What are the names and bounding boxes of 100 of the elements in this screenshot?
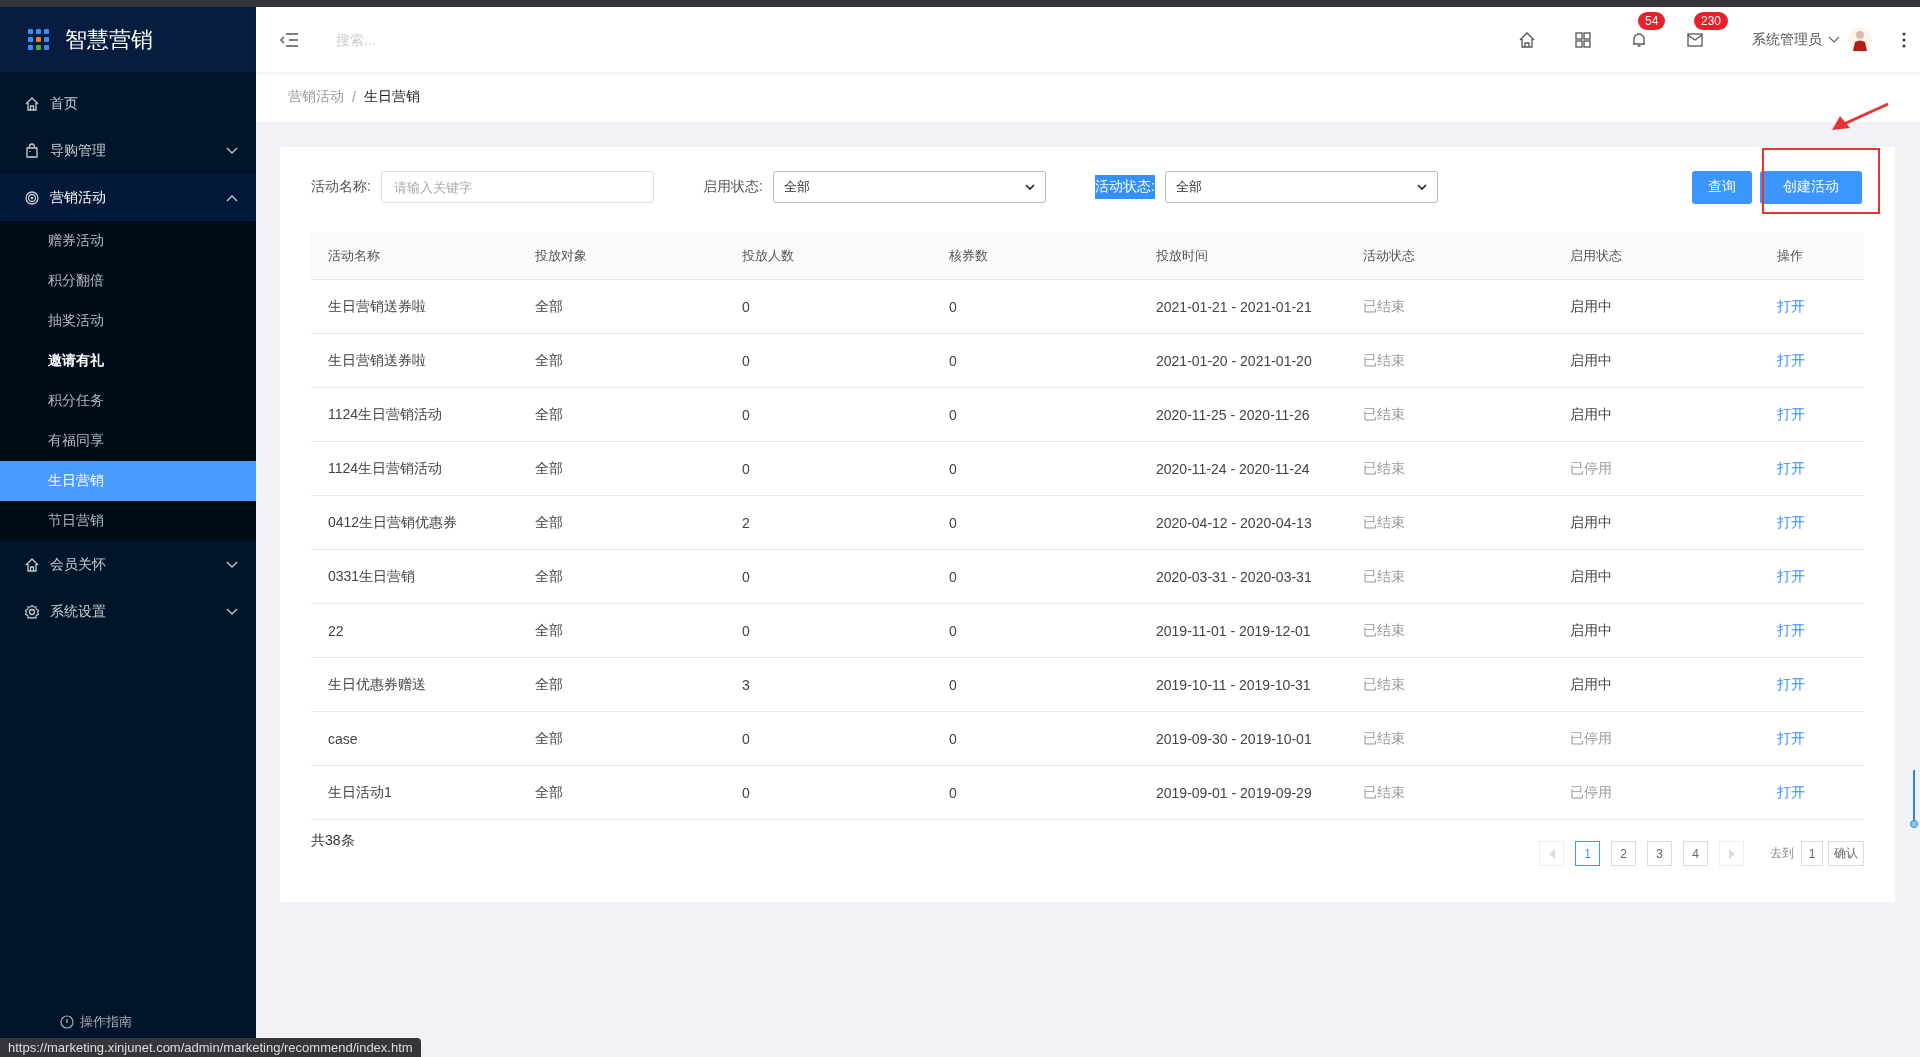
menu-item[interactable]: 会员关怀 [0, 541, 256, 588]
chevron-icon [1828, 35, 1840, 44]
table-cell-text: 已停用 [1569, 459, 1613, 478]
page-button[interactable]: 2 [1611, 841, 1636, 866]
table-cell-text: 2021-01-21 - 2021-01-21 [1155, 298, 1313, 315]
submenu-item[interactable]: 抽奖活动 [0, 301, 256, 341]
column-header: 核券数 [948, 246, 989, 265]
user-name: 系统管理员 [1752, 30, 1822, 49]
guide-link[interactable]: 操作指南 [80, 1013, 132, 1031]
table-cell-text: 全部 [534, 513, 564, 532]
table-cell-text: 已停用 [1569, 783, 1613, 802]
table-cell-text: 0 [741, 298, 751, 315]
mail-icon[interactable] [1686, 30, 1704, 49]
table-cell-text: 2019-10-11 - 2019-10-31 [1155, 676, 1312, 693]
table-cell-text: 全部 [534, 297, 564, 316]
filter-label: 启用状态: [702, 177, 763, 196]
table-cell-text: 全部 [534, 567, 564, 586]
table-cell-text: 启用中 [1569, 351, 1613, 370]
table-cell-text: 启用中 [1569, 621, 1613, 640]
table-cell-text: 2020-04-12 - 2020-04-13 [1155, 514, 1313, 531]
open-link[interactable]: 打开 [1760, 459, 1864, 478]
goto-label: 去到 [1770, 845, 1794, 862]
table-cell-text: 2021-01-20 - 2021-01-20 [1155, 352, 1313, 369]
house-icon [24, 95, 40, 112]
table-cell-text: 已结束 [1362, 297, 1406, 316]
table-cell-text: 2019-11-01 - 2019-12-01 [1155, 622, 1312, 639]
menu-item[interactable]: 系统设置 [0, 588, 256, 635]
table-cell-text: 2019-09-01 - 2019-09-29 [1155, 784, 1313, 801]
column-header: 活动名称 [327, 246, 381, 265]
table-cell-text: 启用中 [1569, 567, 1613, 586]
page-number-field[interactable]: 1 [1801, 841, 1823, 866]
user-menu[interactable]: 系统管理员 [1752, 30, 1840, 49]
submenu-item[interactable]: 积分任务 [0, 381, 256, 421]
submenu-item[interactable]: 积分翻倍 [0, 261, 256, 301]
confirm-button[interactable]: 确认 [1828, 841, 1864, 866]
table-cell-text: 0 [741, 784, 751, 801]
open-link[interactable]: 打开 [1760, 783, 1864, 802]
open-link[interactable]: 打开 [1760, 675, 1864, 694]
submenu-item[interactable]: 节日营销 [0, 501, 256, 541]
table-cell-text: 0 [948, 622, 958, 639]
table-cell-text: 启用中 [1569, 297, 1613, 316]
table-cell-text: 全部 [534, 459, 564, 478]
table-cell-text: 全部 [534, 729, 564, 748]
table-cell-text: 0 [741, 622, 751, 639]
table-cell-text: 已结束 [1362, 783, 1406, 802]
table-cell-text: 1124生日营销活动 [327, 459, 444, 478]
status-select[interactable]: 全部 [772, 171, 1046, 203]
submenu-item[interactable]: 邀请有礼 [0, 341, 256, 381]
table-cell-text: 0 [741, 568, 751, 585]
grid-icon[interactable] [1574, 30, 1592, 49]
page-button[interactable]: 4 [1683, 841, 1708, 866]
table-cell-text: 22 [327, 622, 345, 639]
open-link[interactable]: 打开 [1760, 567, 1864, 586]
column-header: 启用状态 [1569, 246, 1623, 265]
table-cell-text: 0 [741, 460, 751, 477]
table-cell-text: 已结束 [1362, 621, 1406, 640]
bell-icon[interactable] [1630, 30, 1648, 49]
table-cell-text: 3 [741, 676, 751, 693]
open-link[interactable]: 打开 [1760, 351, 1864, 370]
table-cell-text: 已结束 [1362, 513, 1406, 532]
open-link[interactable]: 打开 [1760, 729, 1864, 748]
table-cell-text: 全部 [534, 351, 564, 370]
submenu-item[interactable]: 赠券活动 [0, 221, 256, 261]
table-cell-text: 启用中 [1569, 675, 1613, 694]
breadcrumb-item: 生日营销 [363, 88, 420, 106]
count-badge: 54 [1638, 11, 1666, 30]
table-cell-text: 启用中 [1569, 405, 1613, 424]
page-button[interactable]: 3 [1647, 841, 1672, 866]
table-cell-text: 已结束 [1362, 351, 1406, 370]
table-cell-text: 全部 [534, 621, 564, 640]
column-header: 投放人数 [741, 246, 795, 265]
menu-item[interactable]: 营销活动 [0, 174, 256, 221]
table-cell-text: 启用中 [1569, 513, 1613, 532]
bag-icon [24, 142, 40, 159]
status-select[interactable]: 全部 [1164, 171, 1438, 203]
open-link[interactable]: 打开 [1760, 621, 1864, 640]
total-count: 共38条 [311, 832, 355, 850]
open-link[interactable]: 打开 [1760, 405, 1864, 424]
menu-icon[interactable] [280, 32, 298, 47]
menu-item[interactable]: 导购管理 [0, 127, 256, 174]
home-icon[interactable] [1518, 30, 1536, 49]
keyword-field[interactable]: 请输入关键字 [380, 171, 654, 203]
app-grid-icon [28, 29, 49, 50]
table-cell-text: 已结束 [1362, 405, 1406, 424]
table-cell-text: 生日优惠券赠送 [327, 675, 427, 694]
open-link[interactable]: 打开 [1760, 513, 1864, 532]
open-link[interactable]: 打开 [1760, 297, 1864, 316]
table-cell-text: 0 [948, 298, 958, 315]
scroll-handle[interactable] [1910, 770, 1918, 830]
menu-item[interactable]: 首页 [0, 80, 256, 127]
table-cell-text: 2 [741, 514, 751, 531]
table-cell-text: 0 [948, 406, 958, 423]
app-title: 智慧营销 [65, 25, 153, 54]
submenu-item[interactable]: 有福同享 [0, 421, 256, 461]
table-cell-text: 已结束 [1362, 675, 1406, 694]
table-cell-text: 0 [948, 784, 958, 801]
more-icon[interactable] [1902, 31, 1906, 48]
table-cell-text: 全部 [534, 783, 564, 802]
table-cell-text: 2020-11-25 - 2020-11-26 [1155, 406, 1311, 423]
table-cell-text: 生日营销送券啦 [327, 297, 427, 316]
